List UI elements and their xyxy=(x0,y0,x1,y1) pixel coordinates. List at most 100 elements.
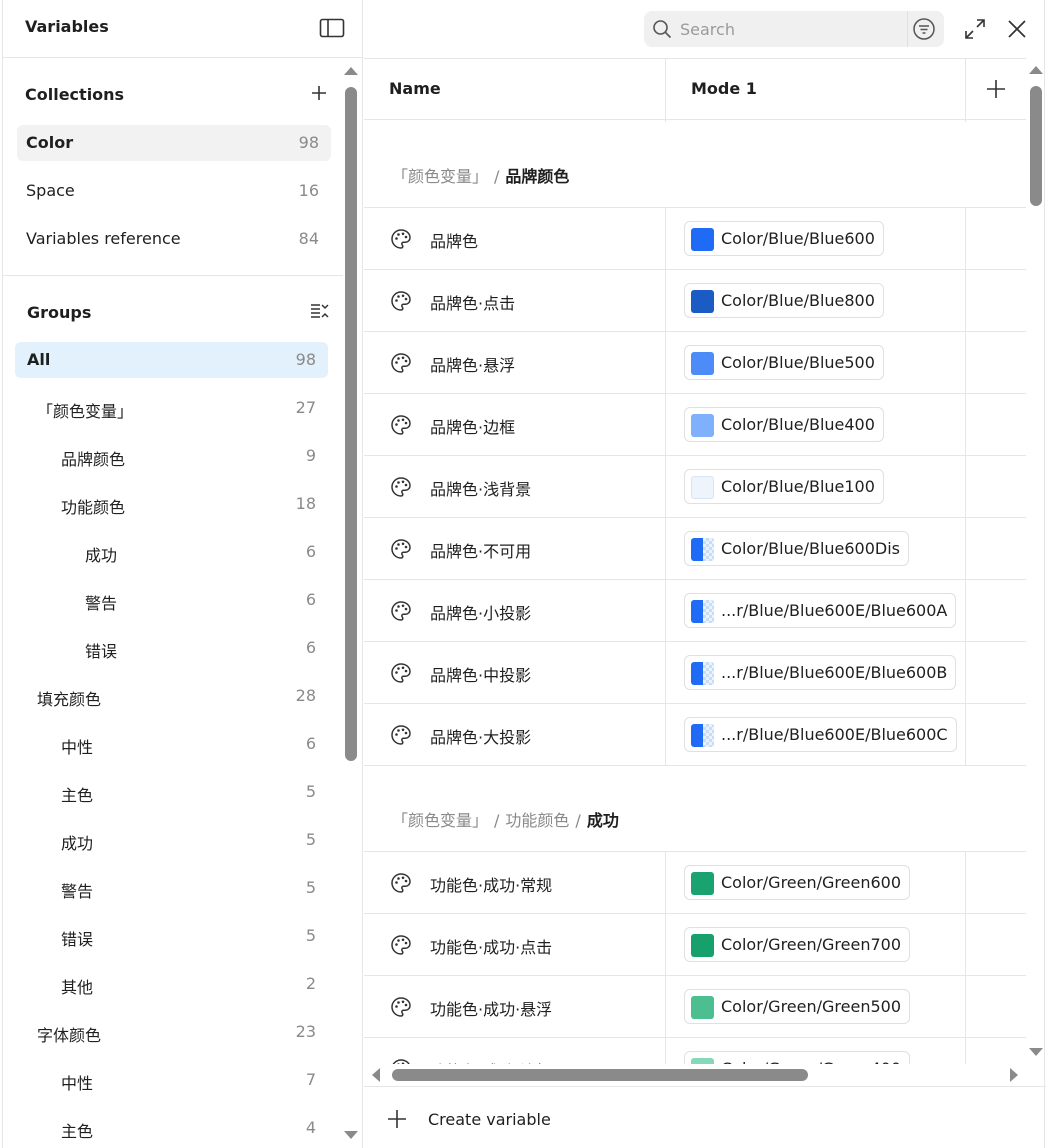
section-end-divider xyxy=(364,765,1026,766)
sidebar-toggle-icon[interactable] xyxy=(319,17,345,39)
group-item[interactable]: 成功 5 xyxy=(15,822,328,858)
variable-value-pill[interactable]: Color/Green/Green700 xyxy=(684,927,910,962)
variable-value-pill[interactable]: Color/Green/Green400 xyxy=(684,1051,910,1064)
scroll-up-icon[interactable] xyxy=(344,67,358,75)
table-scroll-thumb[interactable] xyxy=(1030,86,1042,206)
variable-value-pill[interactable]: Color/Green/Green600 xyxy=(684,865,910,900)
right-panel: Name Mode 1 「颜色变量」 / 品牌颜色品牌色 Color/Blue/Blu… xyxy=(364,0,1046,1148)
variable-row[interactable]: 品牌色 Color/Blue/Blue600 xyxy=(364,207,1026,269)
variable-value-pill[interactable]: ...r/Blue/Blue600E/Blue600A xyxy=(684,593,957,628)
group-label: 成功 xyxy=(85,546,118,565)
variable-row[interactable]: 功能色·成功·常规 Color/Green/Green600 xyxy=(364,851,1026,913)
group-heading-separator: / xyxy=(494,811,500,830)
variable-name[interactable]: 品牌色·不可用 xyxy=(430,538,531,562)
group-heading-path[interactable]: 「颜色变量」 xyxy=(392,167,488,186)
variable-row[interactable]: 品牌色·浅背景 Color/Blue/Blue100 xyxy=(364,455,1026,517)
transparency-pattern xyxy=(703,662,714,685)
group-label: 字体颜色 xyxy=(37,1026,102,1045)
variable-name[interactable]: 品牌色·悬浮 xyxy=(430,352,515,376)
variable-value-text: ...r/Blue/Blue600E/Blue600B xyxy=(721,663,948,682)
group-label: 错误 xyxy=(61,930,94,949)
variable-name[interactable]: 品牌色·浅背景 xyxy=(430,476,531,500)
scroll-down-icon[interactable] xyxy=(1029,1048,1043,1056)
variable-name[interactable]: 品牌色·中投影 xyxy=(430,662,531,686)
variable-name[interactable]: 功能色·成功·悬浮 xyxy=(430,996,552,1020)
scroll-left-icon[interactable] xyxy=(372,1068,380,1082)
variable-value-pill[interactable]: Color/Blue/Blue800 xyxy=(684,283,884,318)
collection-item[interactable]: Space 16 xyxy=(17,173,331,209)
variable-name[interactable]: 品牌色·点击 xyxy=(430,290,515,314)
variable-row[interactable]: 品牌色·小投影 ...r/Blue/Blue600E/Blue600A xyxy=(364,579,1026,641)
create-variable-button[interactable]: Create variable xyxy=(386,1105,551,1133)
group-item[interactable]: All 98 xyxy=(15,342,328,378)
group-item[interactable]: 其他 2 xyxy=(15,966,328,1002)
left-scroll-thumb[interactable] xyxy=(345,87,357,761)
group-item[interactable]: 中性 7 xyxy=(15,1062,328,1098)
variable-row[interactable]: 品牌色·悬浮 Color/Blue/Blue500 xyxy=(364,331,1026,393)
group-label: All xyxy=(27,350,51,369)
scroll-down-icon[interactable] xyxy=(344,1131,358,1139)
left-scroll-area: Collections Color 98 Space 16 Variables refe… xyxy=(3,59,362,1148)
filter-icon[interactable] xyxy=(912,17,936,41)
group-item[interactable]: 主色 4 xyxy=(15,1110,328,1146)
group-item[interactable]: 字体颜色 23 xyxy=(15,1014,328,1050)
group-item[interactable]: 警告 5 xyxy=(15,870,328,906)
collapse-groups-button[interactable] xyxy=(307,299,331,323)
scroll-up-icon[interactable] xyxy=(1029,66,1043,74)
group-item[interactable]: 「颜色变量」 27 xyxy=(15,390,328,426)
variable-value-pill[interactable]: Color/Blue/Blue100 xyxy=(684,469,884,504)
group-count: 5 xyxy=(305,782,316,801)
variable-name[interactable]: 功能色·成功·常规 xyxy=(430,872,552,896)
collection-item[interactable]: Variables reference 84 xyxy=(17,221,331,257)
add-collection-button[interactable] xyxy=(307,81,331,105)
group-item[interactable]: 错误 5 xyxy=(15,918,328,954)
group-heading-leaf: 品牌颜色 xyxy=(505,167,570,186)
group-heading-path[interactable]: 「颜色变量」 xyxy=(392,811,488,830)
variable-row[interactable]: 品牌色·中投影 ...r/Blue/Blue600E/Blue600B xyxy=(364,641,1026,703)
transparency-pattern xyxy=(703,600,714,623)
search-input[interactable] xyxy=(680,17,900,41)
variable-name[interactable]: 功能色·成功·点击 xyxy=(430,934,552,958)
table-vertical-scrollbar[interactable] xyxy=(1026,58,1046,1064)
variable-row[interactable]: 功能色·成功·边框Color/Green/Green400 xyxy=(364,1037,1026,1064)
group-item[interactable]: 成功 6 xyxy=(15,534,328,570)
variable-row[interactable]: 品牌色·边框 Color/Blue/Blue400 xyxy=(364,393,1026,455)
variable-value-pill[interactable]: Color/Blue/Blue500 xyxy=(684,345,884,380)
variable-name[interactable]: 品牌色 xyxy=(430,228,478,252)
variable-value-pill[interactable]: Color/Blue/Blue400 xyxy=(684,407,884,442)
group-item[interactable]: 错误 6 xyxy=(15,630,328,666)
group-item[interactable]: 中性 6 xyxy=(15,726,328,762)
collection-item[interactable]: Color 98 xyxy=(17,125,331,161)
variable-row[interactable]: 功能色·成功·悬浮 Color/Green/Green500 xyxy=(364,975,1026,1037)
left-vertical-scrollbar[interactable] xyxy=(343,59,362,1148)
add-mode-button[interactable] xyxy=(984,77,1008,101)
table-horizontal-scrollbar[interactable] xyxy=(364,1064,1026,1086)
column-header-mode[interactable]: Mode 1 xyxy=(691,79,757,98)
variable-name[interactable]: 品牌色·小投影 xyxy=(430,600,531,624)
plus-icon xyxy=(312,86,326,100)
variable-name[interactable]: 品牌色·大投影 xyxy=(430,724,531,748)
variable-row[interactable]: 品牌色·大投影 ...r/Blue/Blue600E/Blue600C xyxy=(364,703,1026,765)
variable-row[interactable]: 品牌色·不可用 Color/Blue/Blue600Dis xyxy=(364,517,1026,579)
variable-value-pill[interactable]: Color/Blue/Blue600 xyxy=(684,221,884,256)
variable-name[interactable]: 品牌色·边框 xyxy=(430,414,515,438)
group-item[interactable]: 主色 5 xyxy=(15,774,328,810)
variable-value-pill[interactable]: Color/Blue/Blue600Dis xyxy=(684,531,910,566)
variable-row[interactable]: 品牌色·点击 Color/Blue/Blue800 xyxy=(364,269,1026,331)
column-header-name[interactable]: Name xyxy=(389,79,441,98)
scroll-right-icon[interactable] xyxy=(1010,1068,1018,1082)
group-heading-path[interactable]: 功能颜色 xyxy=(505,811,569,830)
close-icon[interactable] xyxy=(1006,18,1028,40)
expand-icon[interactable] xyxy=(964,18,986,40)
group-item[interactable]: 品牌颜色 9 xyxy=(15,438,328,474)
variable-row[interactable]: 功能色·成功·点击 Color/Green/Green700 xyxy=(364,913,1026,975)
variable-value-pill[interactable]: Color/Green/Green500 xyxy=(684,989,910,1024)
variable-value-text: Color/Blue/Blue600Dis xyxy=(721,539,901,558)
variable-value-pill[interactable]: ...r/Blue/Blue600E/Blue600B xyxy=(684,655,957,690)
group-item[interactable]: 功能颜色 18 xyxy=(15,486,328,522)
variables-table: Name Mode 1 「颜色变量」 / 品牌颜色品牌色 Color/Blue/Blu… xyxy=(364,58,1026,1064)
horizontal-scroll-thumb[interactable] xyxy=(392,1069,808,1081)
group-item[interactable]: 填充颜色 28 xyxy=(15,678,328,714)
group-item[interactable]: 警告 6 xyxy=(15,582,328,618)
variable-value-pill[interactable]: ...r/Blue/Blue600E/Blue600C xyxy=(684,717,957,752)
